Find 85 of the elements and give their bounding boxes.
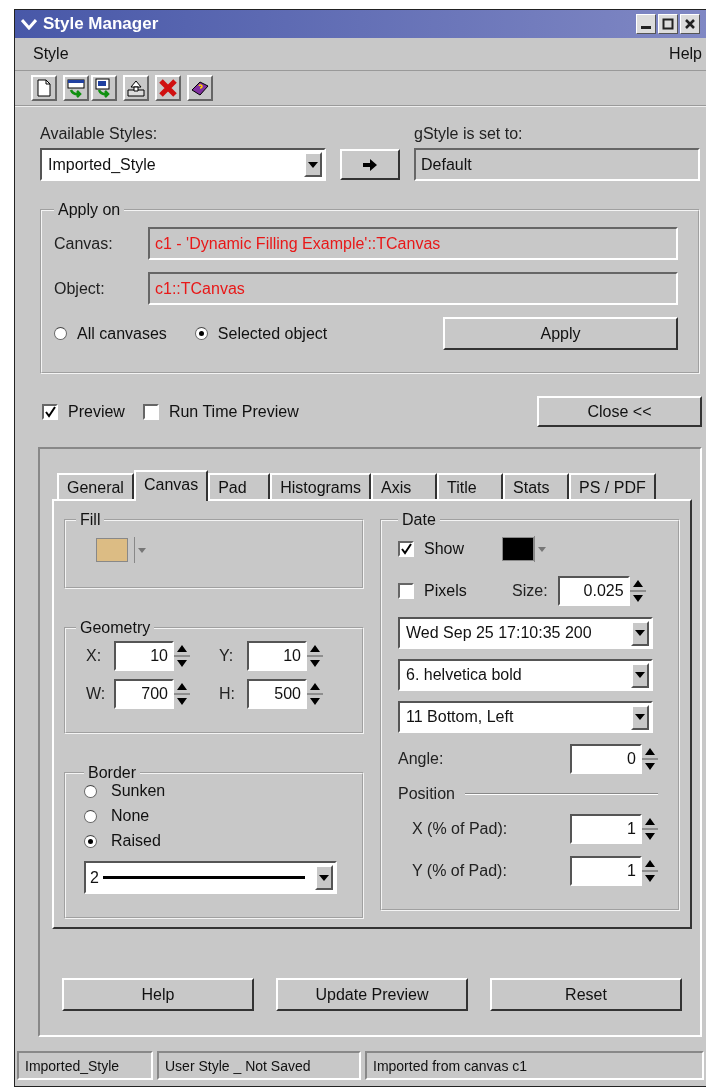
line-sample-icon	[102, 876, 305, 880]
date-color-swatch[interactable]	[502, 537, 534, 561]
close-icon	[684, 18, 696, 30]
menu-item[interactable]: Help	[669, 45, 702, 63]
tray-icon	[126, 78, 146, 98]
group-title: Border	[87, 764, 138, 783]
check-icon	[400, 543, 412, 555]
group-title: Fill	[79, 511, 102, 529]
status-cell: User Style _ Not Saved	[157, 1051, 361, 1080]
document-icon	[34, 78, 54, 98]
chevron-icon[interactable]	[21, 18, 37, 30]
tab[interactable]: Canvas	[133, 470, 209, 501]
tab[interactable]: PS / PDF	[569, 473, 656, 499]
group-title: Apply on	[57, 201, 122, 219]
field-label: H:	[219, 685, 236, 704]
help-book-button[interactable]	[187, 75, 213, 101]
minimize-button[interactable]	[636, 14, 656, 34]
number-field[interactable]: 10	[247, 641, 307, 672]
field-label: Size:	[512, 582, 548, 600]
maximize-button[interactable]	[658, 14, 678, 34]
group-title: Date	[401, 511, 437, 529]
checkbox-option[interactable]: Pixels	[398, 582, 502, 600]
tab[interactable]: Stats	[503, 473, 570, 499]
number-field[interactable]: 1	[570, 814, 642, 844]
object-field: c1::TCanvas	[148, 272, 678, 305]
save-button[interactable]	[123, 75, 149, 101]
number-field[interactable]: 700	[114, 679, 174, 710]
number-field[interactable]: 0.025	[557, 576, 630, 606]
menu-item[interactable]: Style	[33, 45, 69, 63]
import-button[interactable]	[63, 75, 89, 101]
radio-option[interactable]: Sunken	[84, 782, 352, 801]
field-label: Available Styles:	[40, 125, 159, 143]
checkbox-option[interactable]: Preview	[42, 402, 125, 421]
canvas-field: c1 - 'Dynamic Filling Example'::TCanvas	[148, 227, 678, 260]
maximize-icon	[662, 18, 674, 30]
field-label: gStyle is set to:	[414, 125, 524, 143]
group-title: Geometry	[79, 619, 152, 638]
font-dropdown[interactable]: 6. helvetica bold	[398, 659, 653, 691]
field-label: Object:	[54, 279, 106, 298]
dialog-button[interactable]: Reset	[490, 978, 682, 1011]
cross-icon	[158, 78, 178, 98]
arrow-icon	[363, 158, 377, 171]
number-field[interactable]: 1	[570, 856, 642, 886]
new-document-button[interactable]	[31, 75, 57, 101]
number-field[interactable]: 0	[570, 744, 642, 774]
alignment-dropdown[interactable]: 11 Bottom, Left	[398, 701, 653, 733]
window-arrow-icon	[66, 78, 86, 98]
styles-dropdown[interactable]: Imported_Style	[40, 148, 326, 181]
status-cell: Imported from canvas c1	[365, 1051, 704, 1080]
fill-color-swatch[interactable]	[96, 538, 128, 562]
window-title: Style Manager	[43, 14, 159, 34]
checkbox-option[interactable]: Show	[398, 540, 502, 558]
tab[interactable]: Pad	[208, 473, 271, 499]
set-style-button[interactable]	[340, 149, 400, 180]
radio-option[interactable]: None	[84, 807, 352, 826]
tab[interactable]: Axis	[371, 473, 438, 499]
checkbox-option[interactable]: Run Time Preview	[142, 402, 299, 421]
field-label: Y (% of Pad):	[412, 862, 507, 880]
tab[interactable]: Title	[437, 473, 504, 499]
dialog-button[interactable]: Help	[62, 978, 254, 1011]
radio-option[interactable]: Selected object	[194, 324, 328, 343]
field-label: X:	[86, 647, 103, 666]
radio-option[interactable]: Raised	[84, 832, 352, 851]
delete-button[interactable]	[155, 75, 181, 101]
close-button[interactable]: Close <<	[537, 396, 702, 427]
date-format-dropdown[interactable]: Wed Sep 25 17:10:35 200	[398, 617, 653, 649]
gstyle-field: Default	[414, 148, 700, 181]
export-code-button[interactable]	[91, 75, 117, 101]
apply-button[interactable]: Apply	[443, 317, 678, 350]
tab[interactable]: Histograms	[270, 473, 372, 499]
line-width-dropdown[interactable]: 2	[84, 861, 337, 895]
field-label: W:	[86, 685, 107, 704]
dialog-button[interactable]: Update Preview	[276, 978, 468, 1011]
radio-option[interactable]: All canvases	[54, 324, 167, 343]
field-label: Canvas:	[54, 234, 114, 253]
field-label: X (% of Pad):	[412, 820, 508, 838]
field-label: Y:	[219, 647, 235, 666]
check-icon	[44, 405, 56, 418]
section-title: Position	[398, 785, 455, 803]
status-cell: Imported_Style	[17, 1051, 153, 1080]
field-label: Angle:	[398, 750, 444, 768]
number-field[interactable]: 500	[247, 679, 307, 710]
number-field[interactable]: 10	[114, 641, 174, 672]
minimize-icon	[641, 26, 651, 29]
close-button[interactable]	[680, 14, 700, 34]
